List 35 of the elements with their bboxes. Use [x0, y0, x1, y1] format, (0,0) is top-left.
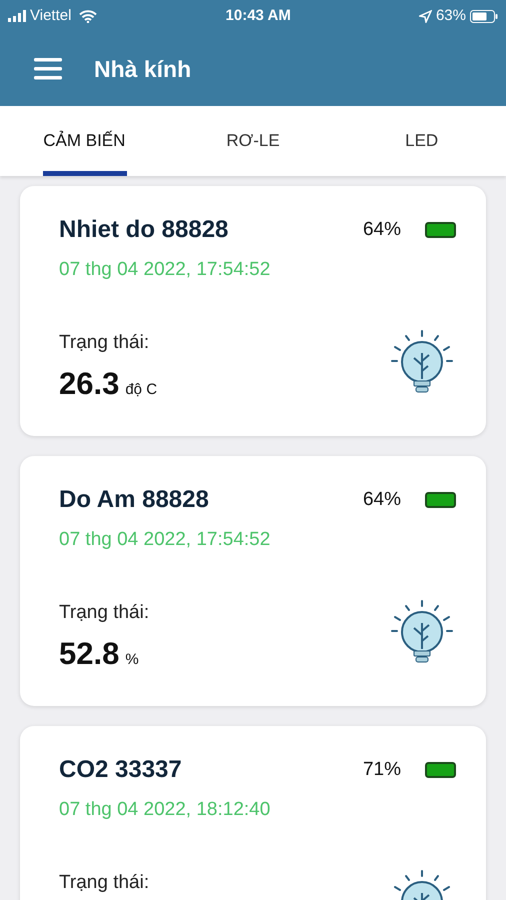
tab[interactable]: RƠ-LE: [168, 106, 338, 176]
page-title: Nhà kính: [94, 54, 192, 84]
timestamp: 07 thg 04 2022, 17:54:52: [59, 528, 272, 552]
tab[interactable]: CẢM BIẾN: [0, 106, 169, 176]
status-time: 10:43 AM: [226, 6, 291, 26]
battery-icon: [425, 492, 456, 508]
sensor-value: 52.8: [59, 635, 120, 673]
menu-icon: [34, 58, 62, 80]
location-icon: [418, 10, 432, 22]
status-label: Trạng thái:: [59, 600, 150, 624]
battery-icon: [470, 10, 498, 22]
carrier-name: Viettel: [30, 6, 72, 26]
status-label: Trạng thái:: [59, 870, 150, 894]
tab[interactable]: LED: [337, 106, 506, 176]
unit-label: độ C: [125, 380, 158, 400]
signal-icon: [8, 10, 26, 22]
sensor-card[interactable]: Nhiet do 88828 64% 07 thg 04 2022, 17:54:52 Trạng thái: 26.3 độ C: [20, 186, 486, 436]
menu-button[interactable]: [34, 58, 62, 80]
sensor-name: Do Am 88828: [59, 485, 210, 515]
sensor-value: 26.3: [59, 365, 120, 403]
unit-label: %: [125, 650, 139, 670]
battery-icon: [425, 222, 456, 238]
sensor-card[interactable]: CO2 33337 71% 07 thg 04 2022, 18:12:40 Trạng thái:: [20, 726, 486, 900]
battery-percent: 63%: [436, 6, 466, 26]
sensor-name: CO2 33337: [59, 755, 183, 785]
wifi-icon: [79, 10, 98, 22]
timestamp: 07 thg 04 2022, 18:12:40: [59, 798, 272, 822]
battery-percent: 64%: [362, 218, 401, 242]
battery-percent: 71%: [362, 758, 401, 782]
sensor-card[interactable]: Do Am 88828 64% 07 thg 04 2022, 17:54:52 Trạng thái: 52.8 %: [20, 456, 486, 706]
timestamp: 07 thg 04 2022, 17:54:52: [59, 258, 272, 282]
battery-icon: [425, 762, 456, 778]
battery-percent: 64%: [362, 488, 401, 512]
status-label: Trạng thái:: [59, 330, 150, 354]
sensor-name: Nhiet do 88828: [59, 215, 230, 245]
